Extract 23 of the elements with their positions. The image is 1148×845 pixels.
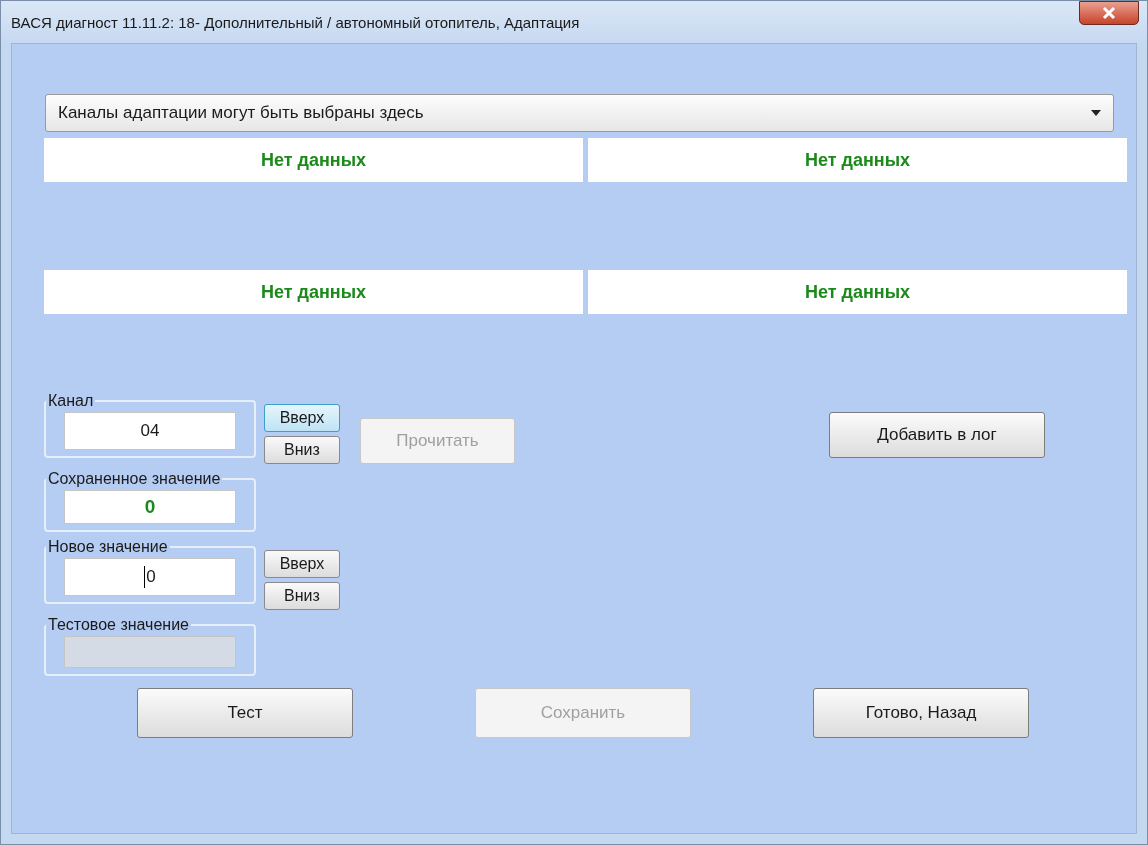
saved-value-field: 0: [64, 490, 236, 524]
new-value-label: Новое значение: [47, 538, 169, 556]
add-to-log-button[interactable]: Добавить в лог: [829, 412, 1045, 458]
data-value-field: Нет данных: [44, 138, 583, 182]
up-button[interactable]: Вверх: [264, 404, 340, 432]
close-icon: [1102, 6, 1116, 20]
new-value-input[interactable]: 0: [64, 558, 236, 596]
dropdown-caret-icon: [1091, 110, 1101, 116]
channel-label: Канал: [47, 392, 95, 410]
channel-input[interactable]: 04: [64, 412, 236, 450]
saved-value-label: Сохраненное значение: [47, 470, 222, 488]
dialog-button[interactable]: Готово, Назад: [813, 688, 1029, 738]
data-value-field: Нет данных: [588, 138, 1127, 182]
close-button[interactable]: [1079, 1, 1139, 25]
down-button[interactable]: Вниз: [264, 436, 340, 464]
channel-dropdown[interactable]: Каналы адаптации могут быть выбраны здесь: [45, 94, 1114, 132]
up-button[interactable]: Вверх: [264, 550, 340, 578]
window-title: ВАСЯ диагност 11.11.2: 18- Дополнительный / автономный отопитель, Адаптация: [11, 13, 580, 31]
dialog-button[interactable]: Тест: [137, 688, 353, 738]
down-button[interactable]: Вниз: [264, 582, 340, 610]
data-value-field: Нет данных: [44, 270, 583, 314]
test-value-label: Тестовое значение: [47, 616, 190, 634]
data-value-field: Нет данных: [588, 270, 1127, 314]
